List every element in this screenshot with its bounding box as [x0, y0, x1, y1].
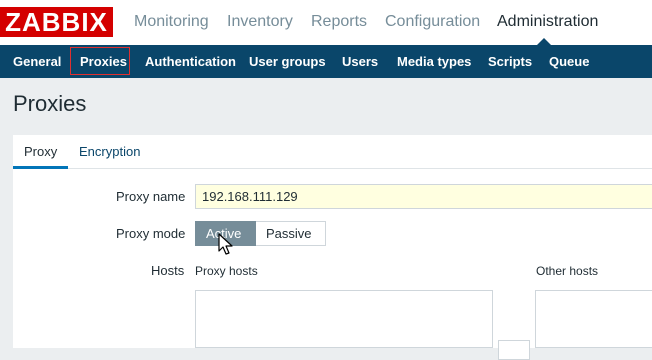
- menu-selected-indicator: [537, 38, 551, 45]
- form-tabs: Proxy Encryption: [13, 135, 652, 169]
- main-menu-configuration[interactable]: Configuration: [385, 13, 480, 31]
- proxy-name-label: Proxy name: [116, 189, 186, 204]
- main-menu-administration[interactable]: Administration: [497, 13, 598, 31]
- sub-nav-authentication[interactable]: Authentication: [145, 54, 236, 69]
- main-menu-monitoring[interactable]: Monitoring: [134, 13, 209, 31]
- sub-nav-queue[interactable]: Queue: [549, 54, 589, 69]
- hosts-label: Hosts: [151, 263, 185, 278]
- tab-proxy[interactable]: Proxy: [24, 144, 57, 159]
- sub-nav-user-groups[interactable]: User groups: [249, 54, 326, 69]
- logo-text: ZABBIX: [5, 7, 108, 37]
- proxy-mode-label: Proxy mode: [116, 226, 186, 241]
- main-menu-reports[interactable]: Reports: [311, 13, 367, 31]
- other-hosts-listbox[interactable]: [535, 290, 652, 348]
- proxy-hosts-listbox[interactable]: [195, 290, 493, 348]
- sub-nav-scripts[interactable]: Scripts: [488, 54, 532, 69]
- top-header: ZABBIX Monitoring Inventory Reports Conf…: [0, 0, 652, 45]
- proxy-hosts-header: Proxy hosts: [195, 264, 258, 278]
- sub-nav-media-types[interactable]: Media types: [397, 54, 471, 69]
- sub-nav-general[interactable]: General: [13, 54, 61, 69]
- sub-nav: General Proxies Authentication User grou…: [0, 45, 652, 78]
- sub-nav-users[interactable]: Users: [342, 54, 378, 69]
- main-menu-inventory[interactable]: Inventory: [227, 13, 293, 31]
- proxy-mode-passive-button[interactable]: Passive: [256, 221, 326, 246]
- proxy-name-input[interactable]: 192.168.111.129: [195, 184, 652, 209]
- proxy-mode-active-button[interactable]: Active: [195, 221, 256, 246]
- other-hosts-header: Other hosts: [536, 264, 599, 278]
- page-title: Proxies: [13, 91, 87, 116]
- proxy-mode-toggle: Active Passive: [195, 221, 326, 246]
- sub-nav-proxies[interactable]: Proxies: [80, 54, 127, 69]
- move-hosts-button[interactable]: [498, 340, 530, 360]
- zabbix-logo[interactable]: ZABBIX: [0, 7, 113, 37]
- tab-encryption[interactable]: Encryption: [79, 144, 140, 159]
